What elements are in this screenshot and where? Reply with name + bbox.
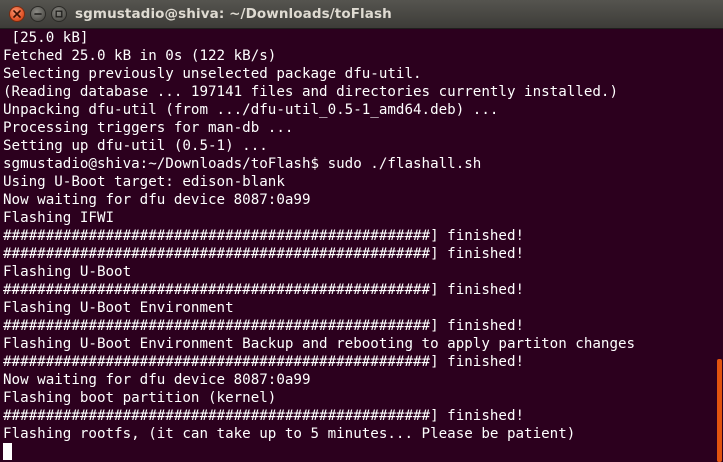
progress-line: ########################################… (3, 354, 525, 370)
terminal-prompt-line: sgmustadio@shiva:~/Downloads/toFlash$ su… (3, 156, 482, 172)
terminal-line: Flashing U-Boot Environment Backup and r… (3, 336, 636, 352)
close-icon[interactable] (9, 6, 25, 22)
window-title: sgmustadio@shiva: ~/Downloads/toFlash (75, 6, 392, 22)
progress-line: ########################################… (3, 408, 525, 424)
terminal-line: Flashing rootfs, (it can take up to 5 mi… (3, 426, 576, 442)
title-bar[interactable]: sgmustadio@shiva: ~/Downloads/toFlash (0, 0, 723, 29)
terminal-line: [25.0 kB] (3, 30, 89, 46)
terminal-line: Setting up dfu-util (0.5-1) ... (3, 138, 268, 154)
progress-line: ########################################… (3, 228, 525, 244)
maximize-icon[interactable] (51, 6, 67, 22)
terminal-line: Flashing U-Boot Environment (3, 300, 234, 316)
terminal-line: Flashing IFWI (3, 210, 115, 226)
terminal-line: Processing triggers for man-db ... (3, 120, 294, 136)
terminal-line: Using U-Boot target: edison-blank (3, 174, 285, 190)
terminal-window: sgmustadio@shiva: ~/Downloads/toFlash [2… (0, 0, 723, 462)
terminal-line: Flashing boot partition (kernel) (3, 390, 277, 406)
terminal-output[interactable]: [25.0 kB] Fetched 25.0 kB in 0s (122 kB/… (0, 29, 716, 462)
progress-line: ########################################… (3, 282, 525, 298)
terminal-line: (Reading database ... 197141 files and d… (3, 84, 618, 100)
terminal-cursor (3, 443, 12, 460)
terminal-line: Flashing U-Boot (3, 264, 132, 280)
terminal-line: Now waiting for dfu device 8087:0a99 (3, 192, 311, 208)
terminal-line: Unpacking dfu-util (from .../dfu-util_0.… (3, 102, 499, 118)
minimize-icon[interactable] (30, 6, 46, 22)
scrollbar-thumb[interactable] (717, 359, 722, 462)
progress-line: ########################################… (3, 246, 525, 262)
scrollbar[interactable] (716, 29, 723, 462)
terminal-line: Now waiting for dfu device 8087:0a99 (3, 372, 311, 388)
terminal-line: Selecting previously unselected package … (3, 66, 422, 82)
terminal-line: Fetched 25.0 kB in 0s (122 kB/s) (3, 48, 277, 64)
progress-line: ########################################… (3, 318, 525, 334)
